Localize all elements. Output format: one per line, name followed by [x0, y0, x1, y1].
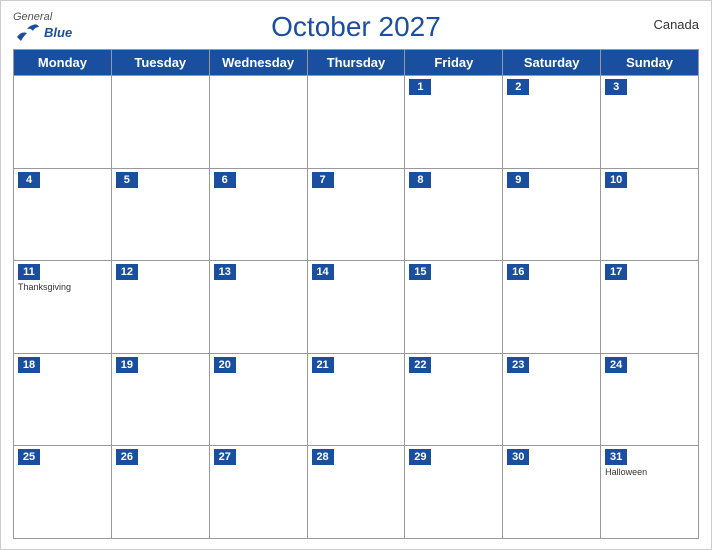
day-number: 3: [605, 79, 627, 95]
day-cell: 29: [405, 446, 503, 539]
day-cell: 6: [210, 169, 308, 262]
day-number: 26: [116, 449, 138, 465]
day-event: Halloween: [605, 467, 694, 477]
day-number: 9: [507, 172, 529, 188]
country-label: Canada: [653, 17, 699, 32]
day-number: 5: [116, 172, 138, 188]
day-cell: 12: [112, 261, 210, 354]
day-cell: 14: [308, 261, 406, 354]
day-number: 29: [409, 449, 431, 465]
day-cell: 23: [503, 354, 601, 447]
day-header-monday: Monday: [14, 50, 112, 76]
day-cell: 22: [405, 354, 503, 447]
day-cell: 19: [112, 354, 210, 447]
day-cell: 2: [503, 76, 601, 169]
week-row-2: 4 5 6 7 8 9 10: [14, 169, 699, 262]
week-row-5: 25 26 27 28 29 30 31 Halloween: [14, 446, 699, 539]
day-header-sunday: Sunday: [601, 50, 699, 76]
day-header-wednesday: Wednesday: [210, 50, 308, 76]
day-cell: 16: [503, 261, 601, 354]
day-cell: [210, 76, 308, 169]
day-cell: 9: [503, 169, 601, 262]
day-number: 24: [605, 357, 627, 373]
day-cell: 24: [601, 354, 699, 447]
logo-blue: Blue: [44, 26, 72, 40]
weeks-container: 1234567891011Thanksgiving121314151617181…: [14, 76, 699, 539]
day-event: Thanksgiving: [18, 282, 107, 292]
day-number: 22: [409, 357, 431, 373]
day-headers: MondayTuesdayWednesdayThursdayFridaySatu…: [14, 50, 699, 76]
day-number: 8: [409, 172, 431, 188]
day-cell: 20: [210, 354, 308, 447]
day-number: 2: [507, 79, 529, 95]
day-number: 31: [605, 449, 627, 465]
day-cell: 1: [405, 76, 503, 169]
day-cell: 31 Halloween: [601, 446, 699, 539]
day-number: 21: [312, 357, 334, 373]
day-number: 15: [409, 264, 431, 280]
day-cell: 11 Thanksgiving: [14, 261, 112, 354]
day-number: 19: [116, 357, 138, 373]
calendar-wrapper: General Blue October 2027 Canada MondayT…: [0, 0, 712, 550]
day-cell: 5: [112, 169, 210, 262]
day-number: 16: [507, 264, 529, 280]
day-cell: 7: [308, 169, 406, 262]
day-cell: 26: [112, 446, 210, 539]
day-number: 14: [312, 264, 334, 280]
logo-area: General Blue: [13, 11, 72, 43]
day-header-tuesday: Tuesday: [112, 50, 210, 76]
logo-bird-icon: [13, 23, 41, 43]
day-number: 20: [214, 357, 236, 373]
day-cell: 30: [503, 446, 601, 539]
day-cell: 10: [601, 169, 699, 262]
day-cell: 18: [14, 354, 112, 447]
day-cell: 8: [405, 169, 503, 262]
day-cell: 3: [601, 76, 699, 169]
day-number: 13: [214, 264, 236, 280]
day-cell: 13: [210, 261, 308, 354]
day-cell: [308, 76, 406, 169]
week-row-4: 18 19 20 21 22 23 24: [14, 354, 699, 447]
week-row-1: 1 2 3: [14, 76, 699, 169]
day-header-saturday: Saturday: [503, 50, 601, 76]
day-number: 7: [312, 172, 334, 188]
day-cell: 25: [14, 446, 112, 539]
day-cell: 15: [405, 261, 503, 354]
day-number: 28: [312, 449, 334, 465]
day-cell: 27: [210, 446, 308, 539]
day-number: 18: [18, 357, 40, 373]
week-row-3: 11 Thanksgiving 12 13 14 15 16 17: [14, 261, 699, 354]
day-header-thursday: Thursday: [308, 50, 406, 76]
day-number: 25: [18, 449, 40, 465]
day-cell: 21: [308, 354, 406, 447]
day-number: 6: [214, 172, 236, 188]
calendar-grid: MondayTuesdayWednesdayThursdayFridaySatu…: [13, 49, 699, 539]
day-cell: 28: [308, 446, 406, 539]
day-number: 27: [214, 449, 236, 465]
day-cell: 4: [14, 169, 112, 262]
calendar-header: General Blue October 2027 Canada: [13, 11, 699, 43]
day-number: 1: [409, 79, 431, 95]
month-title: October 2027: [271, 11, 441, 43]
day-number: 12: [116, 264, 138, 280]
day-number: 30: [507, 449, 529, 465]
day-header-friday: Friday: [405, 50, 503, 76]
day-number: 11: [18, 264, 40, 280]
day-cell: 17: [601, 261, 699, 354]
day-number: 17: [605, 264, 627, 280]
logo-general: General: [13, 11, 72, 23]
day-cell: [14, 76, 112, 169]
day-number: 4: [18, 172, 40, 188]
day-number: 10: [605, 172, 627, 188]
day-number: 23: [507, 357, 529, 373]
day-cell: [112, 76, 210, 169]
